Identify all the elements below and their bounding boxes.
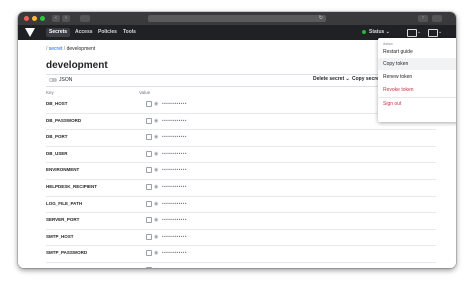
eye-icon[interactable]: ◉ (154, 134, 158, 140)
secret-key: SMTP_PASSWORD (46, 250, 88, 256)
zoom-window-button[interactable] (40, 16, 45, 21)
secret-key: HELPDESK_RECIPIENT (46, 183, 98, 189)
copy-icon[interactable] (146, 150, 152, 157)
forward-arrow-icon[interactable]: › (62, 15, 70, 22)
breadcrumb: / secret / development (46, 46, 95, 52)
secret-value-masked: •••••••••••• (162, 150, 187, 156)
table-row: SMTP_PASSWORD ◉ •••••••••••• (46, 246, 436, 263)
table-row: DB_USER ◉ •••••••••••• (46, 147, 436, 164)
breadcrumb-current: development (66, 46, 96, 52)
console-icon[interactable] (407, 29, 417, 37)
column-header-value: Value (139, 90, 151, 95)
json-toggle-label: JSON (59, 77, 73, 83)
table-row: ENVIRONMENT ◉ •••••••••••• (46, 163, 436, 180)
eye-icon[interactable]: ◉ (154, 250, 158, 256)
eye-icon[interactable]: ◉ (154, 217, 158, 223)
breadcrumb-separator: / (46, 46, 48, 52)
secret-value-masked: •••••••••••• (162, 217, 187, 223)
menu-item-revoke-token[interactable]: Revoke token (378, 84, 456, 96)
vault-logo-icon[interactable] (25, 28, 35, 37)
table-row: LOG_FILE_PATH ◉ •••••••••••• (46, 197, 436, 214)
chevron-down-icon: ⌄ (385, 29, 390, 35)
secret-key: LOG_FILE_PATH (46, 200, 83, 206)
table-row: DB_PORT ◉ •••••••••••• (46, 130, 436, 147)
secret-value-masked: •••••••••••• (162, 267, 187, 268)
address-bar[interactable]: ↻ (148, 15, 326, 22)
nav-policies[interactable]: Policies (95, 28, 120, 37)
secret-value-masked: •••••••••••• (162, 250, 187, 256)
secret-key: SMTP_PORT (46, 267, 74, 268)
menu-item-renew-token[interactable]: Renew token (378, 71, 456, 83)
table-row: SMTP_HOST ◉ •••••••••••• (46, 230, 436, 247)
tabs-overview-icon[interactable] (432, 15, 442, 22)
secret-value-masked: •••••••••••• (162, 183, 187, 189)
delete-secret-button[interactable]: Delete secret ⌄ (313, 76, 350, 82)
copy-icon[interactable] (146, 266, 152, 268)
eye-icon[interactable]: ◉ (154, 184, 158, 190)
nav-tools[interactable]: Tools (120, 28, 139, 37)
reload-icon[interactable]: ↻ (319, 15, 323, 22)
secret-value-masked: •••••••••••• (162, 134, 187, 140)
copy-icon[interactable] (146, 134, 152, 141)
chevron-down-icon: ⌄ (345, 76, 350, 82)
secret-value-masked: •••••••••••• (162, 233, 187, 239)
copy-secret-button[interactable]: Copy secret (352, 76, 381, 82)
back-arrow-icon[interactable]: ‹ (52, 15, 60, 22)
browser-chrome: ‹ › ↻ ↑ (18, 12, 456, 25)
status-indicator-icon (362, 29, 366, 34)
minimize-window-button[interactable] (32, 16, 37, 21)
breadcrumb-separator: / (63, 46, 66, 52)
eye-icon[interactable]: ◉ (154, 201, 158, 207)
secret-key: SERVER_PORT (46, 217, 80, 223)
copy-icon[interactable] (146, 167, 152, 174)
chevron-down-icon: ⌄ (438, 29, 443, 35)
browser-window: ‹ › ↻ ↑ Secrets Access Policies Tools St… (18, 12, 456, 268)
eye-icon[interactable]: ◉ (154, 234, 158, 240)
copy-icon[interactable] (146, 101, 152, 107)
secret-key: DB_HOST (46, 101, 68, 106)
close-window-button[interactable] (24, 16, 29, 21)
eye-icon[interactable]: ◉ (154, 267, 158, 268)
delete-secret-label: Delete secret (313, 76, 345, 82)
nav-secrets[interactable]: Secrets (46, 28, 71, 37)
chevron-down-icon: ⌄ (417, 29, 422, 35)
secret-value-masked: •••••••••••• (162, 101, 187, 106)
status-label: Status (369, 29, 385, 35)
table-row: HELPDESK_RECIPIENT ◉ •••••••••••• (46, 180, 436, 197)
sidebar-toggle-icon[interactable] (80, 15, 90, 22)
secret-value-masked: •••••••••••• (162, 200, 187, 206)
table-row: SERVER_PORT ◉ •••••••••••• (46, 213, 436, 230)
secret-value-masked: •••••••••••• (162, 117, 187, 123)
menu-item-restart-guide[interactable]: Restart guide (378, 46, 456, 58)
secret-key: DB_PASSWORD (46, 117, 82, 123)
breadcrumb-parent-link[interactable]: secret (49, 46, 63, 52)
copy-icon[interactable] (146, 250, 152, 257)
json-toggle[interactable] (49, 78, 57, 82)
eye-icon[interactable]: ◉ (154, 118, 158, 124)
user-icon[interactable] (428, 29, 438, 37)
menu-item-sign-out[interactable]: Sign out (378, 98, 456, 110)
eye-icon[interactable]: ◉ (154, 151, 158, 157)
secrets-table: DB_HOST ◉ •••••••••••• DB_PASSWORD ◉ •••••••… (46, 97, 436, 268)
table-row: SMTP_PORT ◉ •••••••••••• (46, 263, 436, 268)
secret-value-masked: •••••••••••• (162, 167, 187, 173)
copy-icon[interactable] (146, 217, 152, 224)
secret-key: DB_PORT (46, 134, 68, 140)
copy-icon[interactable] (146, 233, 152, 240)
share-icon[interactable]: ↑ (418, 15, 428, 22)
user-menu-dropdown: dalsa Restart guide Copy token Renew tok… (378, 38, 456, 122)
page-title: development (46, 60, 108, 71)
copy-icon[interactable] (146, 183, 152, 190)
menu-item-copy-token[interactable]: Copy token (378, 58, 456, 70)
column-header-key: Key (46, 90, 54, 95)
status-menu[interactable]: Status ⌄ (362, 28, 390, 37)
secret-key: ENVIRONMENT (46, 167, 80, 173)
secret-key: SMTP_HOST (46, 233, 74, 239)
copy-icon[interactable] (146, 117, 152, 124)
nav-access[interactable]: Access (72, 28, 96, 37)
secret-key: DB_USER (46, 150, 68, 156)
eye-icon[interactable]: ◉ (154, 101, 158, 107)
copy-icon[interactable] (146, 200, 152, 207)
eye-icon[interactable]: ◉ (154, 167, 158, 173)
